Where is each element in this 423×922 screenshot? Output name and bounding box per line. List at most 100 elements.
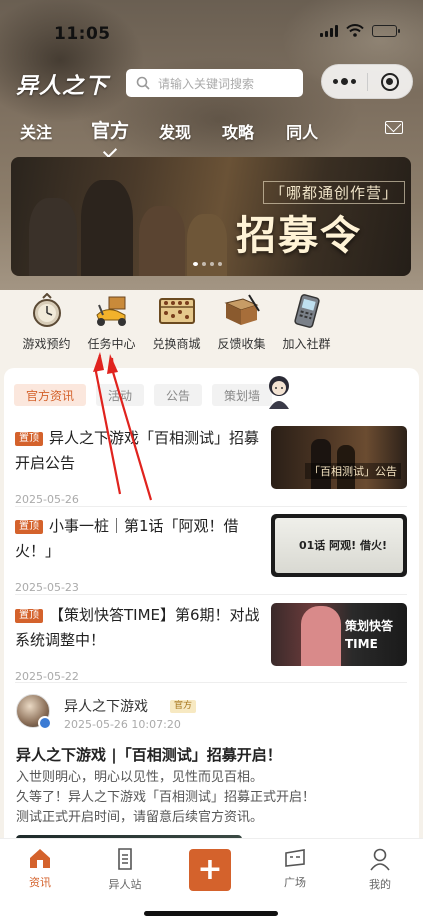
news-item[interactable]: 置顶 异人之下游戏「百相测试」招募开启公告 2025-05-26 「百相测试」公告 [15,426,407,506]
official-badge: 官方 [170,700,197,713]
carousel-dot [210,262,214,266]
verified-icon [38,716,52,730]
news-thumbnail: 策划快答 TIME [271,603,407,666]
book-pen-icon [223,294,260,325]
tab-fanwork[interactable]: 同人 [286,119,318,143]
top-nav: 关注 官方 发现 攻略 同人 [20,116,318,143]
quick-entry-label: 加入社群 [282,337,331,351]
tabbar-me[interactable]: 我的 [350,847,410,892]
status-time: 11:05 [54,24,111,44]
banner-caption-big: 招募令 [236,212,362,259]
pinned-badge: 置顶 [15,609,43,623]
pinned-badge: 置顶 [15,432,43,446]
pinned-badge: 置顶 [15,520,43,534]
user-icon [370,848,390,871]
tabbar-news[interactable]: 资讯 [10,847,70,890]
thumb-figure [301,606,341,666]
carousel-dot [218,262,222,266]
news-title: 【策划快答TIME】第6期！对战系统调整中！ [15,606,260,649]
search-input[interactable]: 请输入关键词搜索 [126,69,303,97]
mail-icon[interactable] [385,121,403,134]
signal-icon [320,24,338,37]
tab-follow[interactable]: 关注 [20,119,52,143]
cup-icon [118,848,132,870]
post-body: 入世则明心，明心以见性，见性而见百相。 久等了！异人之下游戏「百相测试」招募正式… [16,768,408,828]
phone-icon [293,294,320,328]
plaza-icon [285,849,305,867]
quick-entry-label: 反馈收集 [217,337,266,351]
quick-entry-label: 游戏预约 [22,337,71,351]
news-date: 2025-05-23 [15,581,79,594]
thumb-text: 01话 阿观! 借火! [299,539,387,552]
banner-figure [187,214,227,276]
battery-icon [372,24,400,37]
subtab-official-news[interactable]: 官方资讯 [14,384,87,406]
banner-caption-small: 「哪都通创作营」 [263,181,406,204]
subtab-events[interactable]: 活动 [96,384,145,406]
carousel-indicator [193,262,222,266]
tabbar-square[interactable]: 广场 [265,847,325,890]
news-title: 异人之下游戏「百相测试」招募开启公告 [15,429,260,472]
news-date: 2025-05-26 [15,493,79,506]
thumb-paper: 01话 阿观! 借火! [275,518,403,573]
tabbar-station[interactable]: 异人站 [95,847,155,892]
banner-figure [29,198,77,276]
subtab-announcements[interactable]: 公告 [154,384,203,406]
plus-icon: + [197,852,223,887]
home-icon [30,849,50,868]
quick-entry-shop[interactable]: 兑换商城 [144,290,209,360]
scooter-icon [95,296,126,326]
quick-entry-feedback[interactable]: 反馈收集 [209,290,274,360]
tabbar-label: 我的 [369,878,391,891]
bottom-tab-bar: 资讯 异人站 + 广场 我的 [0,838,423,922]
tabbar-label: 广场 [284,876,306,889]
news-item[interactable]: 置顶 【策划快答TIME】第6期！对战系统调整中！ 2025-05-22 策划快答… [15,603,407,683]
abacus-icon [158,298,195,324]
quick-entry-label: 兑换商城 [152,337,201,351]
tabbar-label: 资讯 [29,876,51,889]
quick-entry-tasks[interactable]: 任务中心 [79,290,144,360]
search-placeholder: 请输入关键词搜索 [158,76,255,91]
divider [15,594,407,595]
more-options-button[interactable] [322,78,367,85]
close-miniprogram-button[interactable] [367,72,412,91]
quick-entry-reserve[interactable]: 游戏预约 [14,290,79,360]
header: 11:05 异人之下 请输入关键词搜索 关注 官方 发现 攻略 同人 「哪都通创… [0,0,423,290]
post-author[interactable]: 异人之下游戏 [64,696,148,716]
quick-entry-label: 任务中心 [87,337,136,351]
tab-guide[interactable]: 攻略 [222,119,254,143]
news-thumbnail: 「百相测试」公告 [271,426,407,489]
news-title-wrap: 置顶 异人之下游戏「百相测试」招募开启公告 [15,426,260,476]
post-time: 2025-05-26 10:07:20 [64,718,181,731]
post-line: 测试正式开启时间，请留意后续官方资讯。 [16,810,264,825]
thumb-text: 「百相测试」公告 [305,463,401,479]
wifi-icon [346,24,364,37]
post-line: 久等了！异人之下游戏「百相测试」招募正式开启！ [16,790,316,805]
content-card: 官方资讯 活动 公告 策划墙 置顶 异人之下游戏「百相测试」招募开启公告 2025… [4,368,419,848]
news-title-wrap: 置顶 【策划快答TIME】第6期！对战系统调整中！ [15,603,260,653]
news-item[interactable]: 置顶 小事一桩｜第1话「阿观！借火！」 2025-05-23 01话 阿观! 借火… [15,514,407,594]
news-title-wrap: 置顶 小事一桩｜第1话「阿观！借火！」 [15,514,260,564]
miniprogram-capsule [321,64,413,99]
pocket-watch-icon [32,293,61,327]
banner-figure [139,206,185,276]
banner-carousel[interactable]: 「哪都通创作营」 招募令 [11,157,411,276]
post-title: 异人之下游戏 |「百相测试」招募开启！ [16,746,282,764]
carousel-dot [202,262,206,266]
tab-discover[interactable]: 发现 [159,119,191,143]
app-logo: 异人之下 [16,73,109,99]
status-bar: 11:05 [0,0,423,48]
divider [15,506,407,507]
banner-figure [81,180,133,276]
create-post-button[interactable]: + [189,849,231,891]
divider [15,682,407,683]
tabbar-label: 异人站 [108,878,142,891]
quick-entry-community[interactable]: 加入社群 [274,290,339,360]
news-thumbnail: 01话 阿观! 借火! [271,514,407,577]
quick-entries: 游戏预约 任务中心 兑换商城 反馈收集 加入社群 [0,290,423,360]
news-title: 小事一桩｜第1话「阿观！借火！」 [15,517,239,560]
mascot-icon [269,376,289,409]
thumb-text: 策划快答 TIME [345,619,394,651]
tab-official[interactable]: 官方 [91,116,129,143]
target-icon [380,72,399,91]
